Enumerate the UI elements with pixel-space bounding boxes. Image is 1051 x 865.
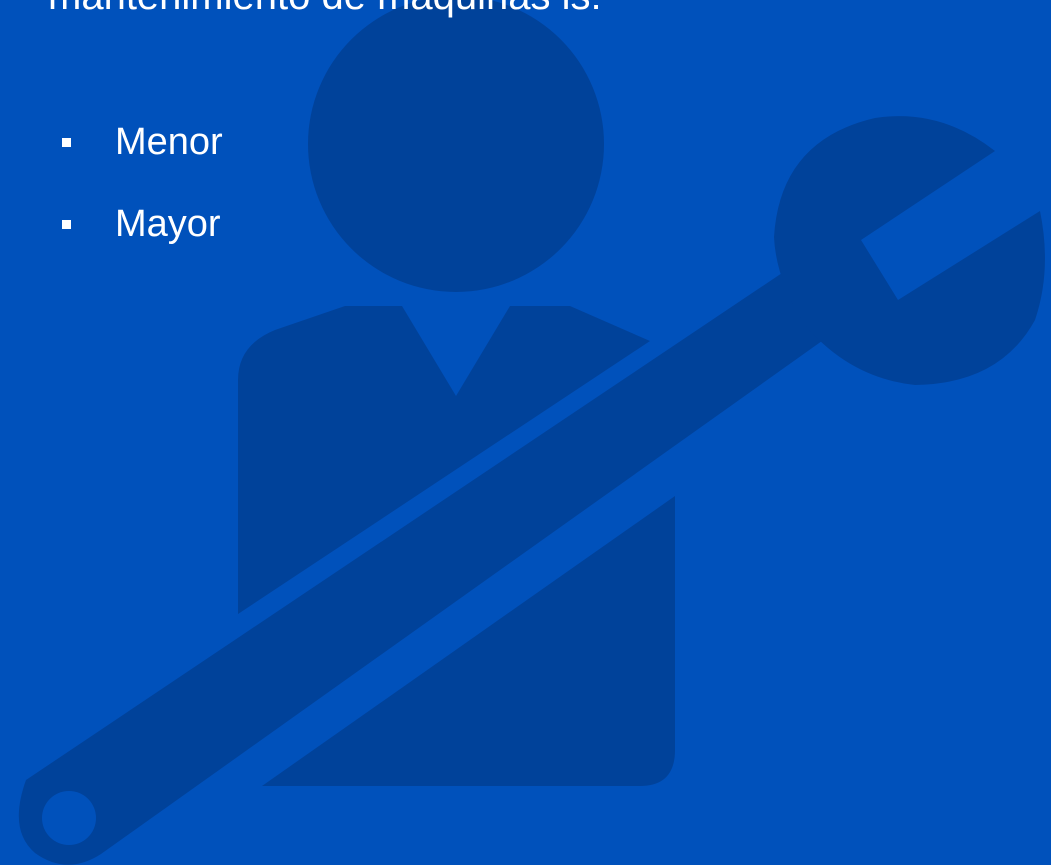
bullet-list: Menor Mayor <box>62 116 223 280</box>
bullet-text-mayor: Mayor <box>115 203 221 245</box>
slide: mantenimiento de máquinas is: Menor Mayo… <box>0 0 1051 865</box>
bullet-square-icon <box>62 137 71 147</box>
page-heading: mantenimiento de máquinas is: <box>48 0 602 20</box>
list-item: Menor <box>62 116 223 168</box>
list-item: Mayor <box>62 198 223 250</box>
bullet-square-icon <box>62 219 71 229</box>
bullet-text-menor: Menor <box>115 121 223 163</box>
wrench-hole <box>42 791 96 845</box>
person-head <box>308 0 604 292</box>
